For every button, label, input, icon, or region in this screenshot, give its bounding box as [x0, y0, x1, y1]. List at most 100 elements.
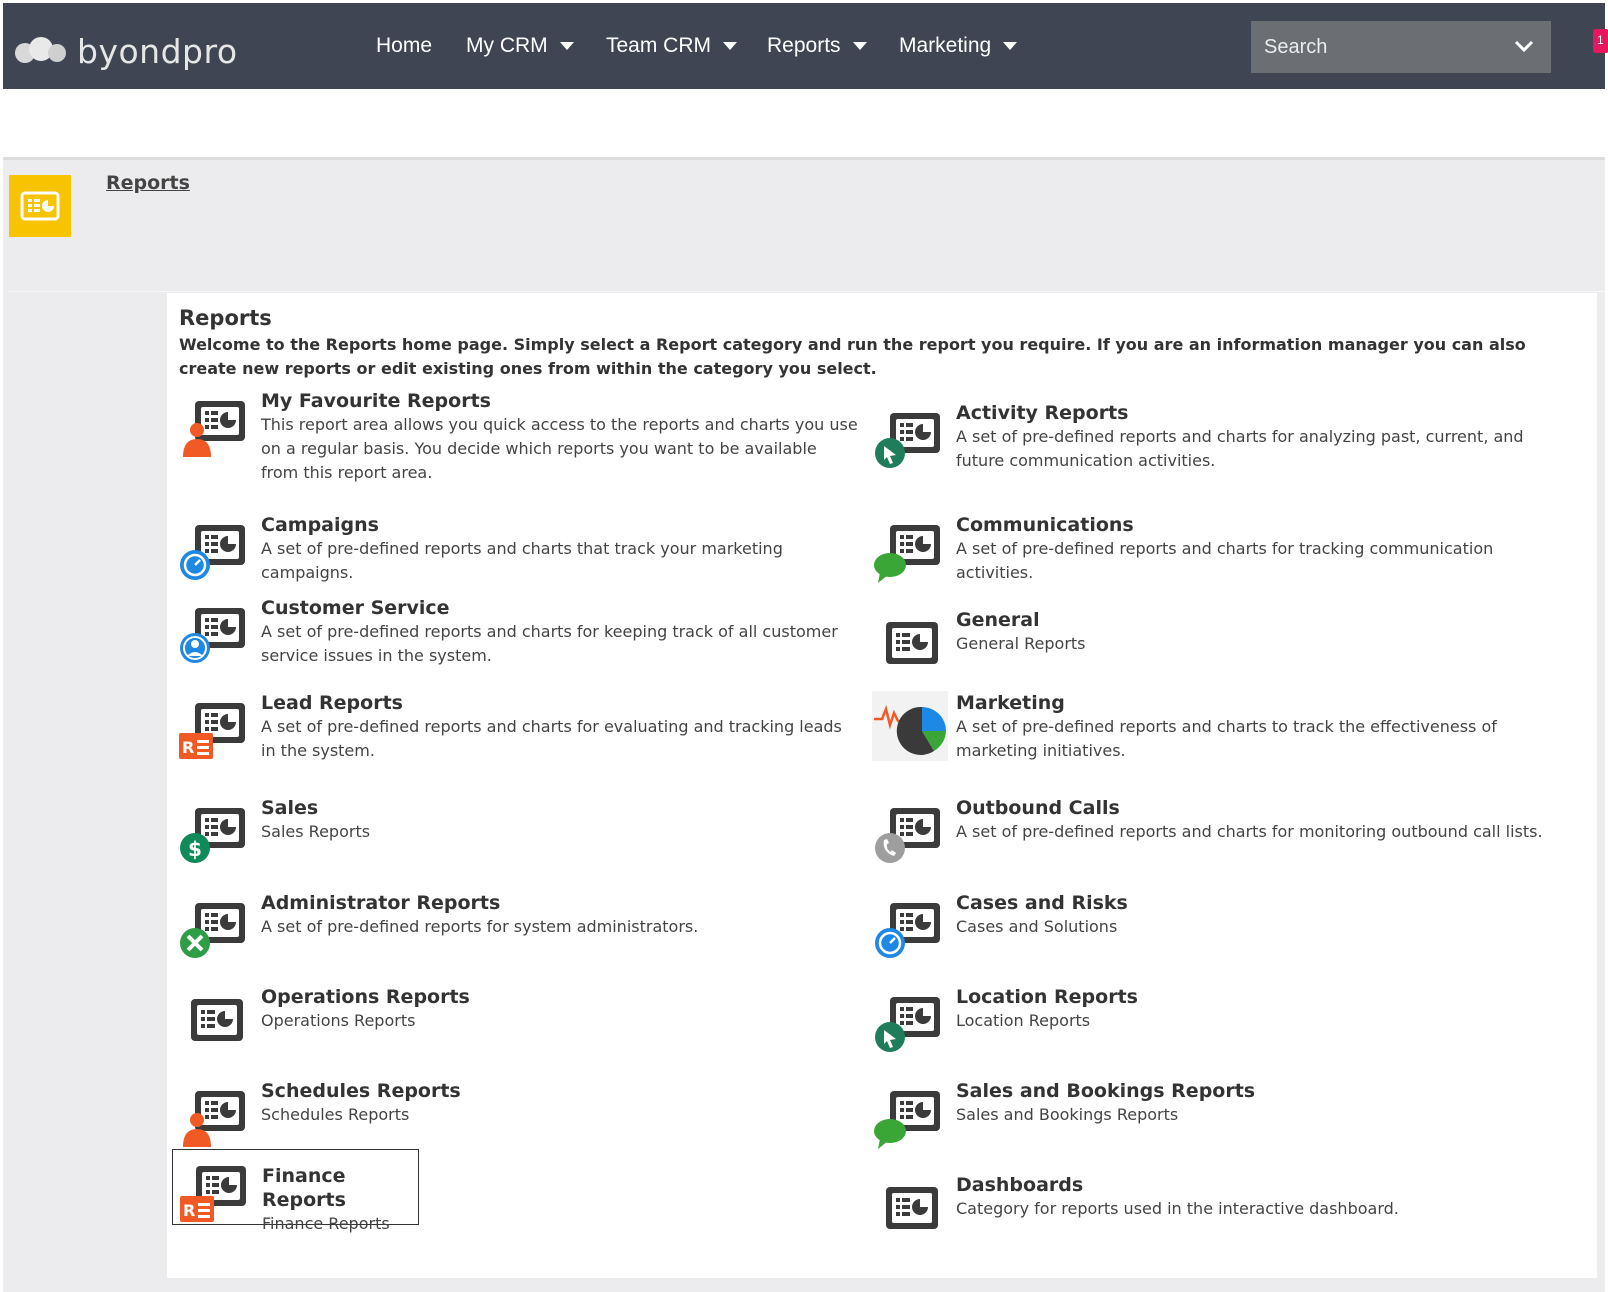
chat-report-icon	[872, 1079, 948, 1149]
category-title[interactable]: My Favourite Reports	[261, 389, 859, 413]
category-title[interactable]: Activity Reports	[956, 401, 1554, 425]
phone-report-icon	[872, 796, 948, 866]
nav-marketing[interactable]: Marketing	[899, 3, 1018, 89]
nav-reports-label: Reports	[767, 34, 841, 57]
category-description: Cases and Solutions	[956, 917, 1118, 936]
stopwatch-report-icon	[177, 513, 253, 583]
category-description: Category for reports used in the interac…	[956, 1199, 1399, 1218]
nav-my-crm-label: My CRM	[466, 34, 548, 57]
category-title[interactable]: Finance Reports	[262, 1164, 432, 1212]
category-title[interactable]: Lead Reports	[261, 691, 859, 715]
caret-down-icon	[1003, 42, 1018, 50]
category-description: Sales and Bookings Reports	[956, 1105, 1179, 1124]
reports-panel: Reports Welcome to the Reports home page…	[167, 293, 1597, 1278]
lead-card-report-icon: R	[178, 1154, 254, 1224]
caret-down-icon	[852, 42, 867, 50]
nav-team-crm[interactable]: Team CRM	[606, 3, 738, 89]
report-category-operations-reports[interactable]: Operations Reports Operations Reports	[177, 985, 877, 1065]
category-description: A set of pre-defined reports and charts …	[261, 539, 783, 582]
category-title[interactable]: Marketing	[956, 691, 1554, 715]
report-category-marketing[interactable]: Marketing A set of pre-defined reports an…	[872, 691, 1572, 771]
chevron-down-icon[interactable]	[1513, 35, 1535, 57]
top-navigation-bar: byondpro Home My CRM Team CRM Reports Ma…	[3, 3, 1608, 89]
category-title[interactable]: Outbound Calls	[956, 796, 1554, 820]
person-report-icon	[177, 1079, 253, 1149]
category-title[interactable]: Operations Reports	[261, 985, 859, 1009]
divider	[9, 291, 1605, 292]
lead-card-report-icon: R	[177, 691, 253, 761]
report-category-sales-and-bookings-reports[interactable]: Sales and Bookings Reports Sales and Book…	[872, 1079, 1572, 1159]
category-description: Sales Reports	[261, 822, 371, 841]
nav-home-label: Home	[376, 34, 433, 57]
user-circle-report-icon	[177, 596, 253, 666]
report-icon	[177, 985, 253, 1055]
report-category-communications[interactable]: Communications A set of pre-defined repor…	[872, 513, 1572, 593]
report-category-location-reports[interactable]: Location Reports Location Reports	[872, 985, 1572, 1065]
dollar-report-icon: $	[177, 796, 253, 866]
category-title[interactable]: General	[956, 608, 1554, 632]
report-category-general[interactable]: General General Reports	[872, 608, 1572, 688]
report-category-cases-and-risks[interactable]: Cases and Risks Cases and Solutions	[872, 891, 1572, 971]
category-description: A set of pre-defined reports and charts …	[956, 717, 1497, 760]
category-description: Schedules Reports	[261, 1105, 410, 1124]
report-category-activity-reports[interactable]: Activity Reports A set of pre-defined rep…	[872, 401, 1572, 481]
category-title[interactable]: Schedules Reports	[261, 1079, 859, 1103]
report-icon	[872, 608, 948, 678]
category-title[interactable]: Location Reports	[956, 985, 1554, 1009]
byondpro-logo[interactable]: byondpro	[13, 31, 238, 71]
category-title[interactable]: Customer Service	[261, 596, 859, 620]
nav-home[interactable]: Home	[376, 3, 432, 89]
report-category-campaigns[interactable]: Campaigns A set of pre-defined reports an…	[177, 513, 877, 593]
cursor-report-icon	[872, 401, 948, 471]
category-description: Location Reports	[956, 1011, 1091, 1030]
category-title[interactable]: Cases and Risks	[956, 891, 1554, 915]
stopwatch-report-icon	[872, 891, 948, 961]
search-input[interactable]: Search	[1251, 21, 1551, 73]
report-category-outbound-calls[interactable]: Outbound Calls A set of pre-defined repor…	[872, 796, 1572, 876]
category-description: General Reports	[956, 634, 1086, 653]
reports-section-icon	[9, 175, 71, 237]
category-description: Operations Reports	[261, 1011, 416, 1030]
caret-down-icon	[723, 42, 738, 50]
report-category-administrator-reports[interactable]: Administrator Reports A set of pre-define…	[177, 891, 877, 971]
report-category-lead-reports[interactable]: R Lead Reports A set of pre-defined report…	[177, 691, 877, 771]
category-description: A set of pre-defined reports and charts …	[956, 539, 1494, 582]
category-title[interactable]: Campaigns	[261, 513, 859, 537]
nav-reports[interactable]: Reports	[767, 3, 867, 89]
cursor-report-icon	[872, 985, 948, 1055]
report-icon	[872, 1173, 948, 1243]
caret-down-icon	[559, 42, 574, 50]
report-category-sales[interactable]: $ Sales Sales Reports	[177, 796, 877, 876]
tools-report-icon	[177, 891, 253, 961]
category-title[interactable]: Dashboards	[956, 1173, 1554, 1197]
category-description: This report area allows you quick access…	[261, 415, 858, 482]
logo-circles-icon	[15, 37, 66, 63]
page-intro: Welcome to the Reports home page. Simply…	[179, 335, 1526, 378]
report-category-customer-service[interactable]: Customer Service A set of pre-defined rep…	[177, 596, 877, 676]
category-description: A set of pre-defined reports and charts …	[261, 622, 838, 665]
breadcrumb-reports-link[interactable]: Reports	[106, 172, 190, 194]
nav-team-crm-label: Team CRM	[606, 34, 712, 57]
report-category-my-favourite-reports[interactable]: My Favourite Reports This report area all…	[177, 389, 877, 482]
report-category-dashboards[interactable]: Dashboards Category for reports used in t…	[872, 1173, 1572, 1253]
svg-text:R: R	[183, 1201, 195, 1220]
category-title[interactable]: Administrator Reports	[261, 891, 859, 915]
category-title[interactable]: Sales	[261, 796, 859, 820]
chat-report-icon	[872, 513, 948, 583]
svg-text:$: $	[188, 837, 202, 861]
category-description: A set of pre-defined reports and charts …	[261, 717, 842, 760]
notification-badge[interactable]: 1	[1593, 29, 1608, 53]
nav-marketing-label: Marketing	[899, 34, 992, 57]
category-description: A set of pre-defined reports and charts …	[956, 427, 1524, 470]
category-description: Finance Reports	[262, 1214, 390, 1233]
report-category-schedules-reports[interactable]: Schedules Reports Schedules Reports	[177, 1079, 877, 1159]
logo-text: byondpro	[77, 31, 238, 71]
person-report-icon	[177, 389, 253, 459]
category-description: A set of pre-defined reports for system …	[261, 917, 699, 936]
report-category-finance-reports[interactable]: R Finance Reports Finance Reports	[172, 1149, 419, 1233]
category-title[interactable]: Communications	[956, 513, 1554, 537]
category-description: A set of pre-defined reports and charts …	[956, 822, 1543, 841]
nav-my-crm[interactable]: My CRM	[466, 3, 574, 89]
pie-chart-icon	[872, 691, 948, 761]
category-title[interactable]: Sales and Bookings Reports	[956, 1079, 1554, 1103]
